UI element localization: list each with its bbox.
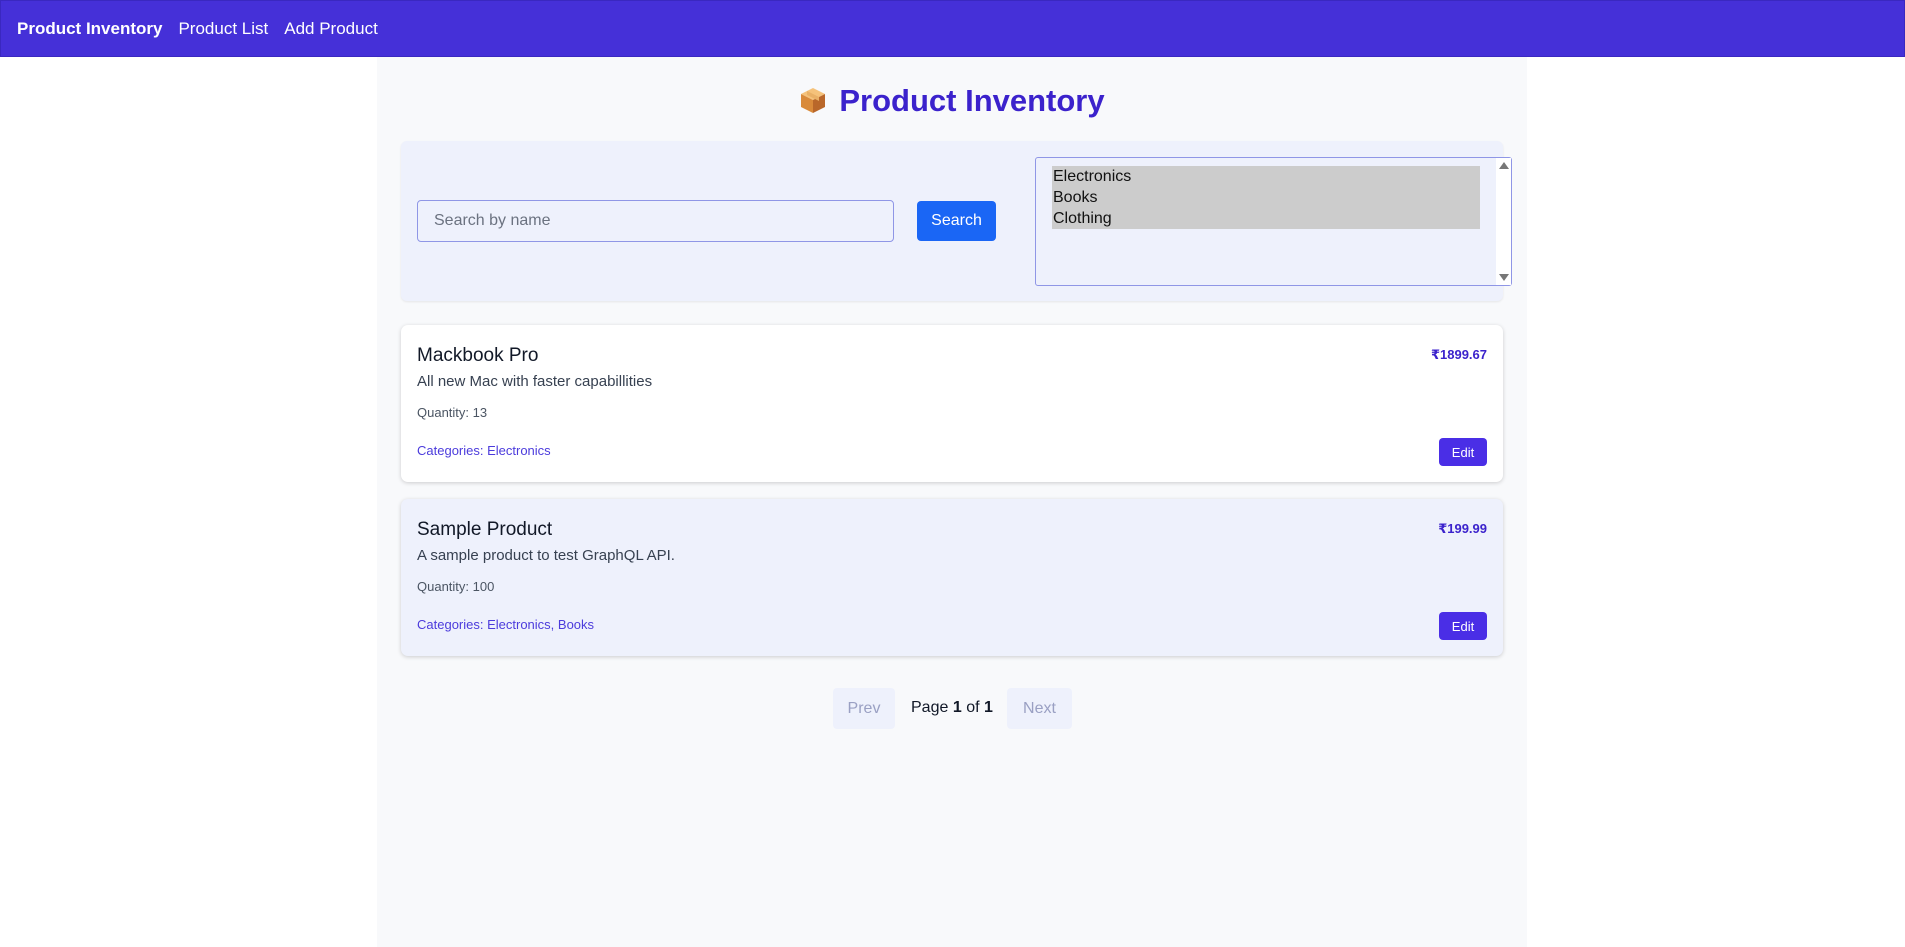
top-navbar: Product Inventory Product List Add Produ… — [0, 0, 1905, 57]
search-button[interactable]: Search — [917, 201, 996, 241]
product-quantity: Quantity: 100 — [417, 579, 495, 594]
product-name: Sample Product — [417, 519, 553, 540]
next-page-button[interactable]: Next — [1007, 688, 1072, 729]
category-multiselect[interactable]: Electronics Books Clothing — [1035, 157, 1512, 286]
product-description: A sample product to test GraphQL API. — [417, 547, 675, 564]
product-categories: Categories: Electronics, Books — [417, 617, 595, 632]
prev-page-button[interactable]: Prev — [833, 688, 895, 729]
category-option-list: Electronics Books Clothing — [1052, 166, 1480, 229]
product-card: Mackbook Pro All new Mac with faster cap… — [401, 325, 1503, 482]
pagination: Prev Page 1 of 1 Next — [377, 688, 1527, 729]
product-quantity: Quantity: 13 — [417, 405, 488, 420]
product-categories: Categories: Electronics — [417, 443, 551, 458]
product-name: Mackbook Pro — [417, 345, 539, 366]
filter-panel: Search Electronics Books Clothing — [401, 141, 1512, 301]
scroll-up-arrow-icon[interactable] — [1499, 162, 1509, 169]
product-description: All new Mac with faster capabillities — [417, 373, 653, 390]
page-indicator: Page 1 of 1 — [911, 699, 993, 717]
page-word: Page — [911, 699, 949, 716]
main-content: Product Inventory Search Electronics Boo… — [377, 57, 1527, 947]
page-title: Product Inventory — [377, 83, 1527, 119]
scroll-down-arrow-icon[interactable] — [1499, 274, 1509, 281]
nav-brand-link[interactable]: Product Inventory — [17, 19, 162, 39]
edit-button[interactable]: Edit — [1439, 612, 1487, 640]
category-option-clothing[interactable]: Clothing — [1052, 208, 1480, 229]
current-page-number: 1 — [952, 699, 962, 716]
product-card: Sample Product A sample product to test … — [401, 499, 1503, 656]
package-icon — [801, 88, 826, 113]
search-input[interactable] — [417, 200, 894, 242]
product-price: ₹1899.67 — [1430, 347, 1487, 362]
category-scrollbar[interactable] — [1496, 158, 1511, 285]
category-option-books[interactable]: Books — [1052, 187, 1480, 208]
nav-link-add-product[interactable]: Add Product — [284, 19, 378, 39]
nav-link-product-list[interactable]: Product List — [178, 19, 268, 39]
total-pages-number: 1 — [983, 699, 993, 716]
edit-button[interactable]: Edit — [1439, 438, 1487, 466]
category-option-electronics[interactable]: Electronics — [1052, 166, 1480, 187]
product-price: ₹199.99 — [1438, 521, 1487, 536]
page-title-text: Product Inventory — [839, 83, 1105, 118]
of-word: of — [966, 699, 980, 716]
